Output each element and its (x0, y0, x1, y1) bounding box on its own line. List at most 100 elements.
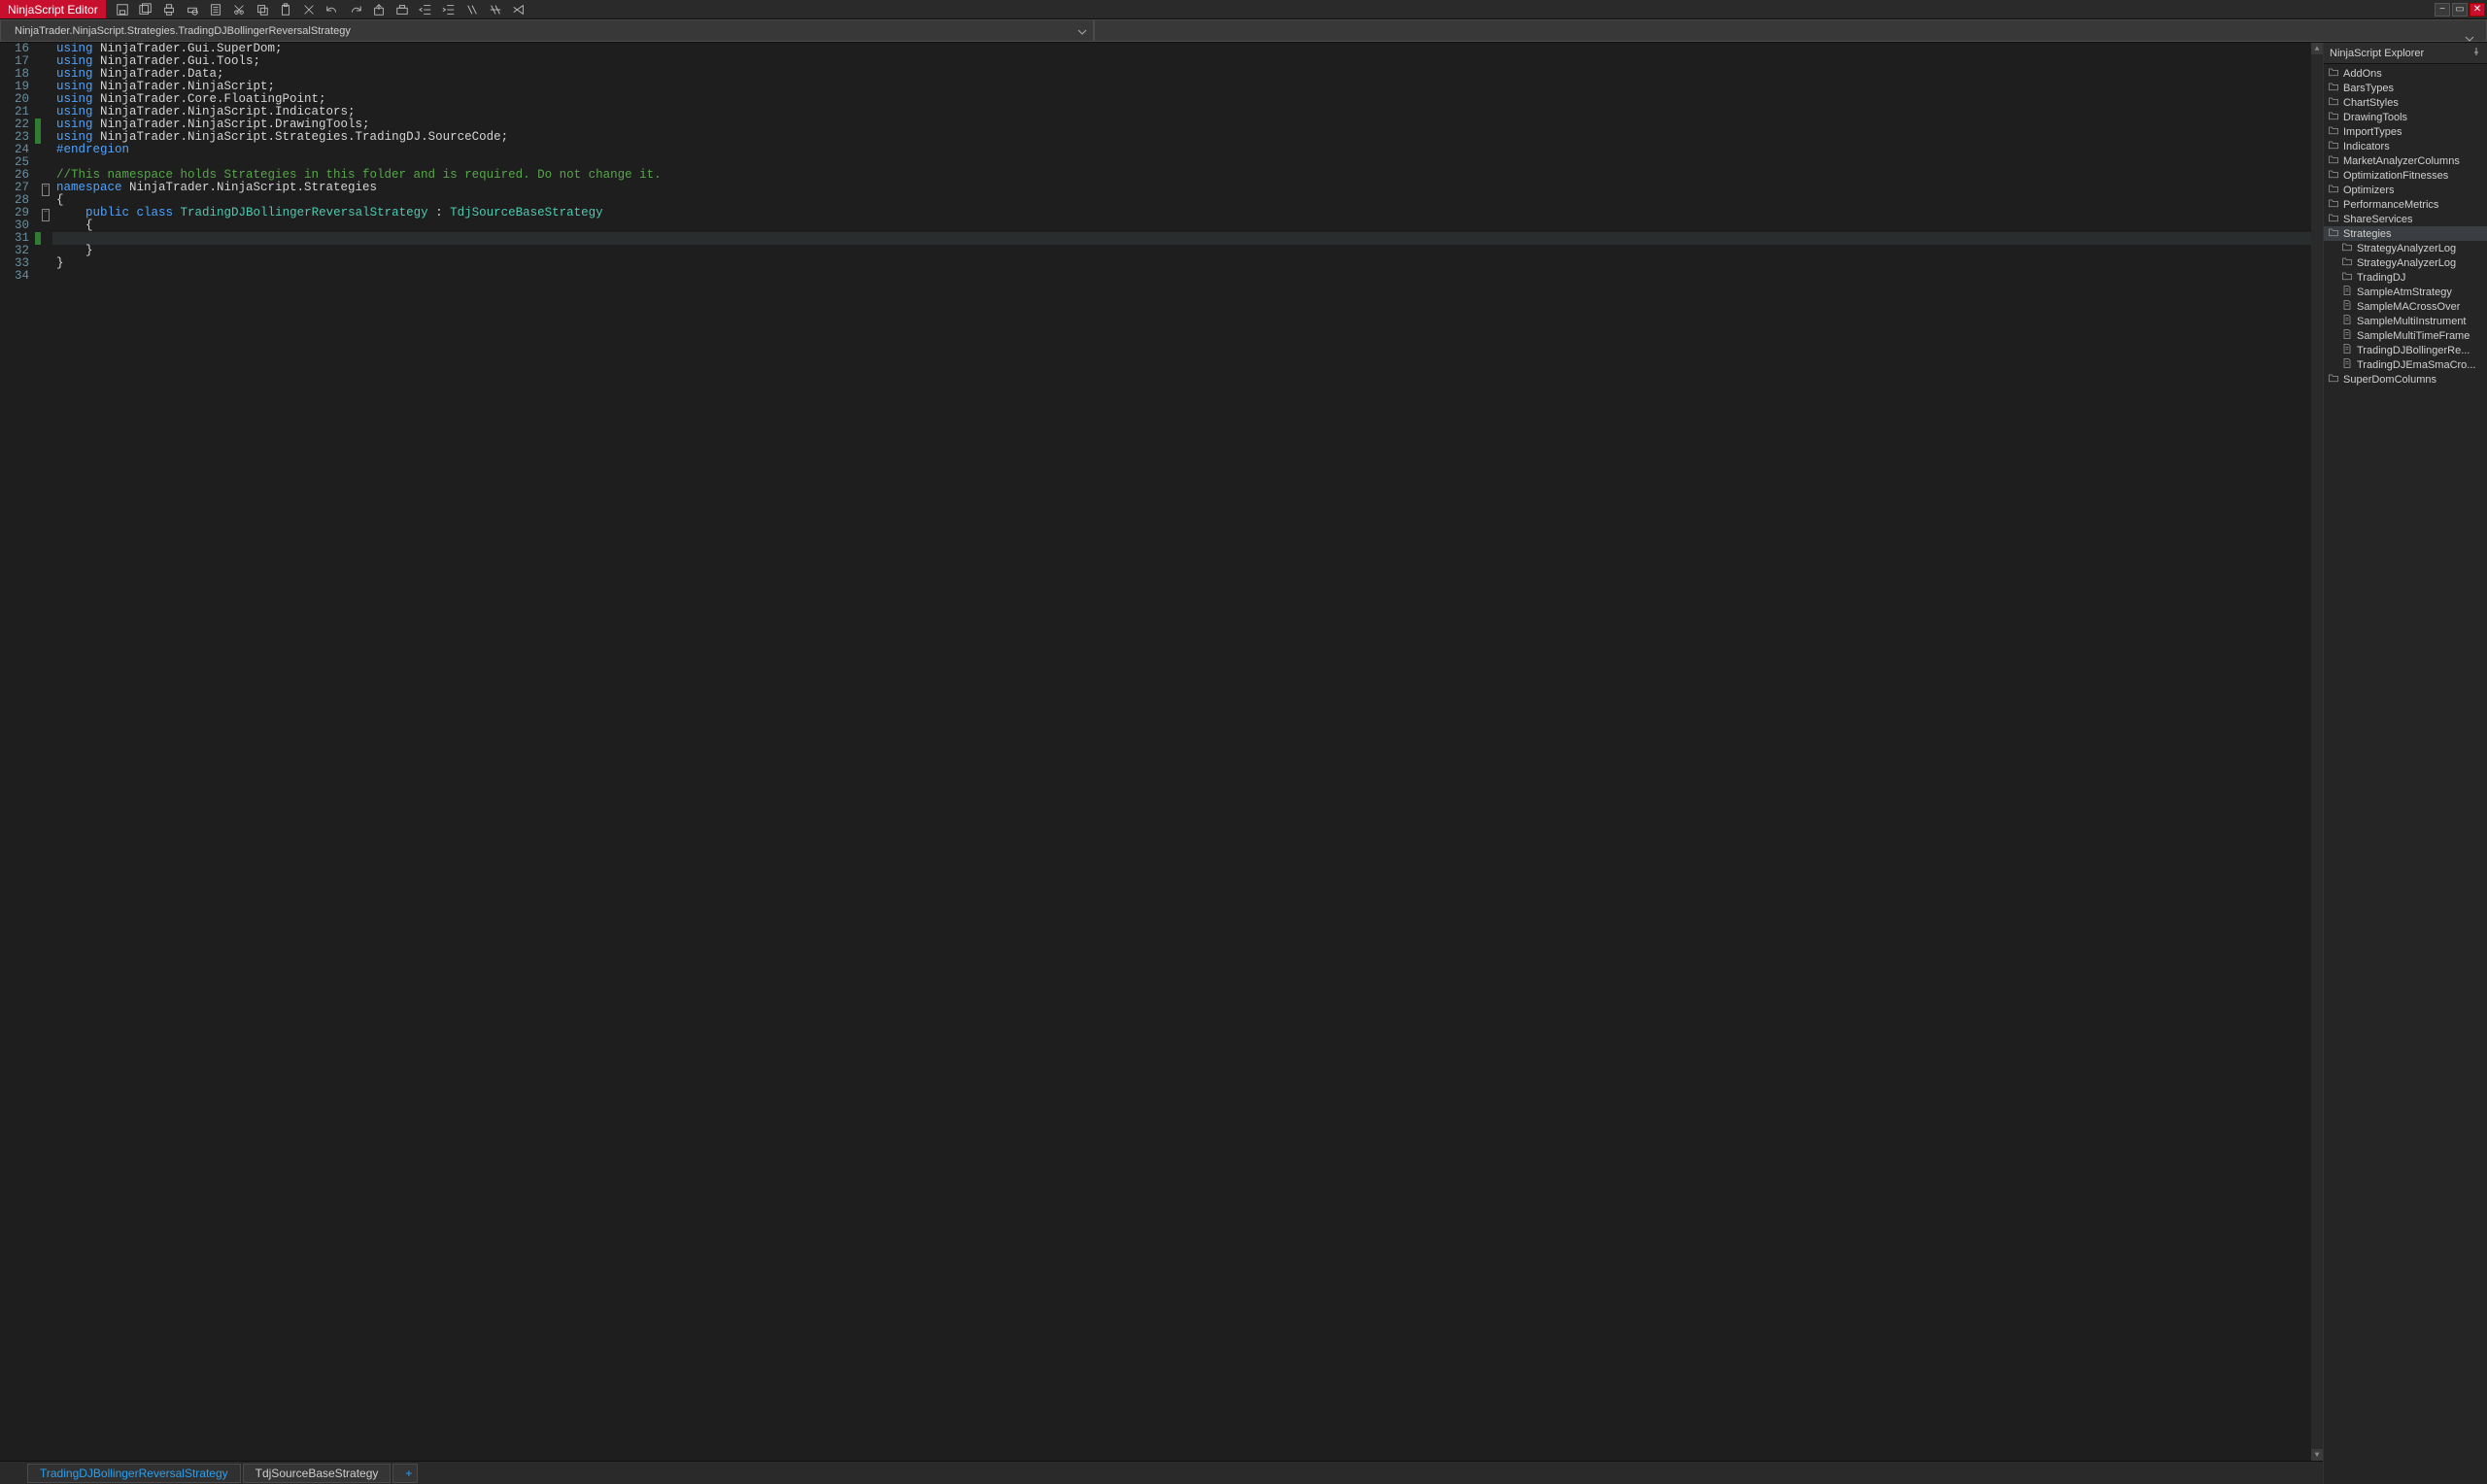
tree-item-label: SampleMultiInstrument (2357, 316, 2467, 327)
fold-cell (41, 144, 52, 156)
main-area: 16171819202122232425262728293031323334 −… (0, 43, 2487, 1484)
code-line[interactable]: namespace NinjaTrader.NinjaScript.Strate… (52, 182, 2311, 194)
export-button[interactable] (370, 1, 388, 18)
tree-item-label: ImportTypes (2343, 126, 2402, 138)
explorer-panel: NinjaScript Explorer AddOnsBarsTypes Char… (2324, 43, 2487, 1484)
tree-folder[interactable]: MarketAnalyzerColumns (2324, 153, 2487, 168)
fold-cell (41, 81, 52, 93)
document-tab[interactable]: TradingDJBollingerReversalStrategy (27, 1464, 241, 1483)
tree-folder[interactable]: Indicators (2324, 139, 2487, 153)
undo-button[interactable] (324, 1, 341, 18)
tree-file[interactable]: TradingDJEmaSmaCro... (2324, 357, 2487, 372)
fold-cell: − (41, 182, 52, 194)
add-tab-button[interactable]: + (392, 1464, 418, 1483)
tree-item-label: ShareServices (2343, 214, 2413, 225)
tree-item-label: SampleMACrossOver (2357, 301, 2460, 313)
uncomment-button[interactable] (487, 1, 504, 18)
code-line[interactable]: { (52, 219, 2311, 232)
tree-file[interactable]: SampleMACrossOver (2324, 299, 2487, 314)
breadcrumb-class-dropdown[interactable]: NinjaTrader.NinjaScript.Strategies.Tradi… (0, 19, 1094, 42)
tree-folder[interactable]: StrategyAnalyzerLog (2324, 255, 2487, 270)
tree-item-label: AddOns (2343, 68, 2382, 80)
file-icon (2341, 328, 2353, 343)
tree-folder[interactable]: PerformanceMetrics (2324, 197, 2487, 212)
code-line[interactable]: } (52, 245, 2311, 257)
tree-folder[interactable]: SuperDomColumns (2324, 372, 2487, 387)
folder-icon (2328, 168, 2339, 183)
save-all-button[interactable] (137, 1, 154, 18)
tree-folder[interactable]: ShareServices (2324, 212, 2487, 226)
tree-folder[interactable]: Optimizers (2324, 183, 2487, 197)
tree-folder[interactable]: DrawingTools (2324, 110, 2487, 124)
code-line[interactable]: using NinjaTrader.NinjaScript; (52, 81, 2311, 93)
code-area: 16171819202122232425262728293031323334 −… (0, 43, 2323, 1461)
indent-button[interactable] (440, 1, 458, 18)
tree-item-label: ChartStyles (2343, 97, 2399, 109)
folder-icon (2341, 255, 2353, 270)
scroll-down-button[interactable]: ▼ (2311, 1449, 2323, 1461)
tree-file[interactable]: SampleMultiTimeFrame (2324, 328, 2487, 343)
code-line[interactable]: using NinjaTrader.NinjaScript.Indicators… (52, 106, 2311, 118)
tree-file[interactable]: SampleAtmStrategy (2324, 285, 2487, 299)
close-button[interactable]: ✕ (2470, 3, 2485, 17)
code-editor[interactable]: using NinjaTrader.Gui.SuperDom;using Nin… (52, 43, 2311, 1461)
title-bar: NinjaScript Editor − ▭ ✕ (0, 0, 2487, 19)
explorer-tree: AddOnsBarsTypes ChartStylesDrawingTools Im… (2324, 64, 2487, 1484)
tree-file[interactable]: TradingDJBollingerRe... (2324, 343, 2487, 357)
maximize-button[interactable]: ▭ (2452, 3, 2468, 17)
minimize-button[interactable]: − (2435, 3, 2450, 17)
tree-item-label: PerformanceMetrics (2343, 199, 2438, 211)
tree-item-label: TradingDJBollingerRe... (2357, 345, 2470, 356)
document-tab[interactable]: TdjSourceBaseStrategy (243, 1464, 392, 1483)
code-line[interactable]: } (52, 257, 2311, 270)
copy-button[interactable] (254, 1, 271, 18)
tree-item-label: OptimizationFitnesses (2343, 170, 2448, 182)
redo-button[interactable] (347, 1, 364, 18)
code-line[interactable]: using NinjaTrader.Gui.Tools; (52, 55, 2311, 68)
breadcrumb-bar: NinjaTrader.NinjaScript.Strategies.Tradi… (0, 19, 2487, 43)
tree-folder[interactable]: AddOns (2324, 66, 2487, 81)
cut-button[interactable] (230, 1, 248, 18)
toolbox-button[interactable] (393, 1, 411, 18)
scroll-up-button[interactable]: ▲ (2311, 43, 2323, 54)
tree-folder[interactable]: OptimizationFitnesses (2324, 168, 2487, 183)
code-line[interactable]: using NinjaTrader.Data; (52, 68, 2311, 81)
page-setup-button[interactable] (207, 1, 224, 18)
print-preview-button[interactable] (184, 1, 201, 18)
delete-button[interactable] (300, 1, 318, 18)
code-line[interactable]: //This namespace holds Strategies in thi… (52, 169, 2311, 182)
tree-folder[interactable]: StrategyAnalyzerLog (2324, 241, 2487, 255)
app-title-text: NinjaScript Editor (8, 3, 98, 17)
explorer-header: NinjaScript Explorer (2324, 43, 2487, 64)
line-number-gutter: 16171819202122232425262728293031323334 (0, 43, 35, 1461)
code-line[interactable]: using NinjaTrader.Core.FloatingPoint; (52, 93, 2311, 106)
code-line[interactable]: using NinjaTrader.Gui.SuperDom; (52, 43, 2311, 55)
vertical-scrollbar[interactable]: ▲ ▼ (2311, 43, 2323, 1461)
tree-folder[interactable]: ChartStyles (2324, 95, 2487, 110)
tree-folder[interactable]: BarsTypes (2324, 81, 2487, 95)
tree-item-label: TradingDJEmaSmaCro... (2357, 359, 2475, 371)
fold-column: −− (41, 43, 52, 1461)
tree-file[interactable]: SampleMultiInstrument (2324, 314, 2487, 328)
folder-icon (2328, 139, 2339, 153)
code-line[interactable] (52, 270, 2311, 283)
outdent-button[interactable] (417, 1, 434, 18)
scroll-track[interactable] (2311, 54, 2323, 1449)
tree-folder[interactable]: TradingDJ (2324, 270, 2487, 285)
print-button[interactable] (160, 1, 178, 18)
folder-icon (2328, 153, 2339, 168)
tree-folder[interactable]: Strategies (2324, 226, 2487, 241)
fold-cell (41, 169, 52, 182)
save-button[interactable] (114, 1, 131, 18)
pin-icon[interactable] (2471, 47, 2481, 59)
fold-cell (41, 55, 52, 68)
code-line[interactable] (52, 232, 2311, 245)
visual-studio-button[interactable] (510, 1, 528, 18)
breadcrumb-member-dropdown[interactable] (1094, 19, 2487, 42)
code-line[interactable]: using NinjaTrader.NinjaScript.Strategies… (52, 131, 2311, 144)
tree-folder[interactable]: ImportTypes (2324, 124, 2487, 139)
paste-button[interactable] (277, 1, 294, 18)
code-line[interactable]: #endregion (52, 144, 2311, 156)
comment-button[interactable] (463, 1, 481, 18)
code-line[interactable]: public class TradingDJBollingerReversalS… (52, 207, 2311, 219)
